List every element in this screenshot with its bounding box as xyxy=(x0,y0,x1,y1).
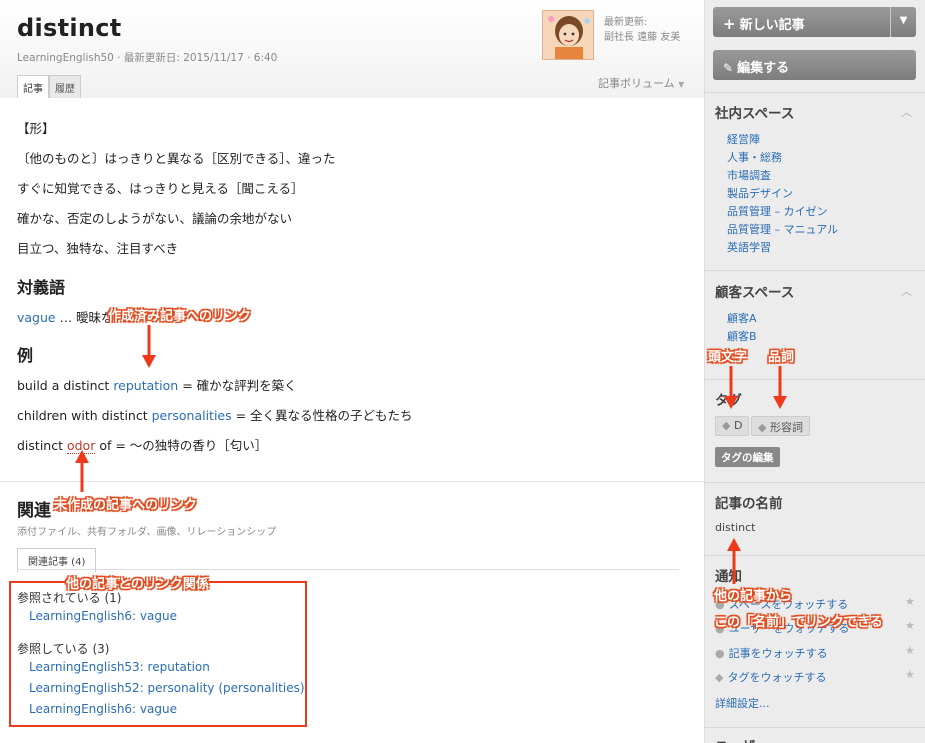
article-header: distinct LearningEnglish50 · 最新更新日: 2015… xyxy=(0,0,704,98)
annotation-link-relation: 他の記事とのリンク関係 xyxy=(66,577,209,592)
definition-1: 〔他のものと〕はっきりと異なる［区別できる］、違った xyxy=(17,151,336,166)
star-icon[interactable]: ★ xyxy=(905,668,915,681)
details-link[interactable]: 詳細設定... xyxy=(715,695,770,711)
bottom-section-title: ユーザー xyxy=(715,735,769,743)
comment-icon: ● xyxy=(715,647,725,660)
space-link[interactable]: 顧客A xyxy=(727,310,757,326)
volume-label: 記事ボリューム xyxy=(598,77,675,90)
example-text: of = 〜の独特の香り［匂い］ xyxy=(95,438,268,453)
arrow-up-icon xyxy=(75,450,89,492)
example-link-reputation[interactable]: reputation xyxy=(113,378,178,393)
divider xyxy=(705,270,925,271)
definition-4: 目立つ、独特な、注目すべき xyxy=(17,241,179,256)
related-subtitle: 添付ファイル、共有フォルダ、画像、リレーションシップ xyxy=(17,527,277,538)
tag-label: D xyxy=(733,419,743,432)
space-link[interactable]: 顧客B xyxy=(727,328,757,344)
divider xyxy=(705,92,925,93)
avatar[interactable] xyxy=(542,10,594,60)
chevron-down-icon: ▼ xyxy=(678,80,685,89)
tag-icon: ◆ xyxy=(722,419,731,432)
avatar-image xyxy=(543,11,593,59)
star-icon[interactable]: ★ xyxy=(905,619,915,632)
new-article-button[interactable]: + 新しい記事 ▼ xyxy=(713,7,916,37)
chevron-up-icon[interactable]: ︿ xyxy=(901,283,912,299)
tag-icon: ◆ xyxy=(715,671,724,684)
example-2: children with distinct personalities = 全… xyxy=(17,405,413,424)
example-link-personalities[interactable]: personalities xyxy=(152,408,232,423)
space-link[interactable]: 英語学習 xyxy=(727,239,771,255)
chevron-down-icon[interactable]: ▼ xyxy=(890,7,916,37)
antonym-line: vague … 曖昧な xyxy=(17,307,114,326)
space-link[interactable]: 人事・総務 xyxy=(727,149,782,165)
example-heading: 例 xyxy=(17,346,34,365)
example-text: = 全く異なる性格の子どもたち xyxy=(231,408,413,423)
arrow-down-icon xyxy=(773,366,787,409)
divider xyxy=(0,481,704,482)
chevron-up-icon[interactable]: ︿ xyxy=(901,104,912,120)
tag-chip[interactable]: ◆ 形容詞 xyxy=(751,416,810,436)
article-name-value: distinct xyxy=(715,521,756,534)
watch-article-link[interactable]: ● 記事をウォッチする xyxy=(715,645,828,661)
example-text: children with distinct xyxy=(17,408,152,423)
definition-3: 確かな、否定のしようがない、議論の余地がない xyxy=(17,211,293,226)
example-3: distinct odor of = 〜の独特の香り［匂い］ xyxy=(17,435,267,454)
tab-history[interactable]: 履歴 xyxy=(49,75,81,98)
example-text: build a distinct xyxy=(17,378,114,393)
space-link[interactable]: 品質管理 – カイゼン xyxy=(727,203,828,219)
pencil-icon: ✎ xyxy=(723,61,734,75)
arrow-down-icon xyxy=(142,325,156,368)
related-heading: 関連 xyxy=(17,501,51,521)
watch-tag-link[interactable]: ◆ タグをウォッチする xyxy=(715,669,826,685)
space-link[interactable]: 品質管理 – マニュアル xyxy=(727,221,838,237)
edit-label: 編集する xyxy=(737,61,790,76)
article-volume-menu[interactable]: 記事ボリューム ▼ xyxy=(598,75,684,91)
annotation-created-link: 作成済み記事へのリンク xyxy=(108,309,252,324)
tag-edit-button[interactable]: タグの編集 xyxy=(715,447,780,467)
annotation-uncreated-link: 未作成の記事へのリンク xyxy=(54,498,198,513)
antonym-heading: 対義語 xyxy=(17,278,66,297)
example-text: = 確かな評判を築く xyxy=(178,378,297,393)
last-updated-label: 最新更新: xyxy=(604,17,648,28)
space-link[interactable]: 経営陣 xyxy=(727,131,760,147)
article-meta: LearningEnglish50 · 最新更新日: 2015/11/17 · … xyxy=(17,52,278,64)
last-updated-user[interactable]: 副社長 遠藤 友美 xyxy=(604,28,680,43)
example-1: build a distinct reputation = 確かな評判を築く xyxy=(17,375,297,394)
space-link[interactable]: 市場調査 xyxy=(727,167,771,183)
part-of-speech: 【形】 xyxy=(17,121,55,136)
annotation-name-link-1: 他の記事から xyxy=(714,589,793,604)
star-icon[interactable]: ★ xyxy=(905,644,915,657)
arrow-up-icon xyxy=(727,538,741,584)
page-title: distinct xyxy=(17,14,122,42)
customer-spaces-title: 顧客スペース xyxy=(715,285,795,301)
space-link[interactable]: 製品デザイン xyxy=(727,185,793,201)
annotation-box xyxy=(9,581,307,727)
annotation-name-link-2: この「名前」でリンクできる xyxy=(714,615,883,630)
tag-icon: ◆ xyxy=(758,421,767,434)
annotation-part-of-speech: 品詞 xyxy=(768,350,795,365)
star-icon[interactable]: ★ xyxy=(905,595,915,608)
divider xyxy=(705,727,925,728)
tab-article[interactable]: 記事 xyxy=(17,75,49,98)
tag-label: 形容詞 xyxy=(769,421,803,434)
annotation-initial: 頭文字 xyxy=(708,350,748,365)
article-name-title: 記事の名前 xyxy=(715,496,783,512)
arrow-down-icon xyxy=(724,366,738,409)
edit-button[interactable]: ✎ 編集する xyxy=(713,50,916,80)
antonym-text: … 曖昧な xyxy=(55,310,114,325)
internal-spaces-title: 社内スペース xyxy=(715,106,795,122)
example-text: distinct xyxy=(17,438,67,453)
new-article-label: 新しい記事 xyxy=(739,18,805,33)
plus-icon: + xyxy=(723,15,736,33)
tag-chip[interactable]: ◆ D xyxy=(715,416,750,436)
definition-2: すぐに知覚できる、はっきりと見える［聞こえる］ xyxy=(17,181,304,196)
antonym-link[interactable]: vague xyxy=(17,310,56,325)
watch-label: 記事をウォッチする xyxy=(728,647,828,660)
divider xyxy=(705,482,925,483)
divider xyxy=(17,569,679,570)
article-tabs: 記事 履歴 xyxy=(17,75,81,98)
watch-label: タグをウォッチする xyxy=(727,671,827,684)
